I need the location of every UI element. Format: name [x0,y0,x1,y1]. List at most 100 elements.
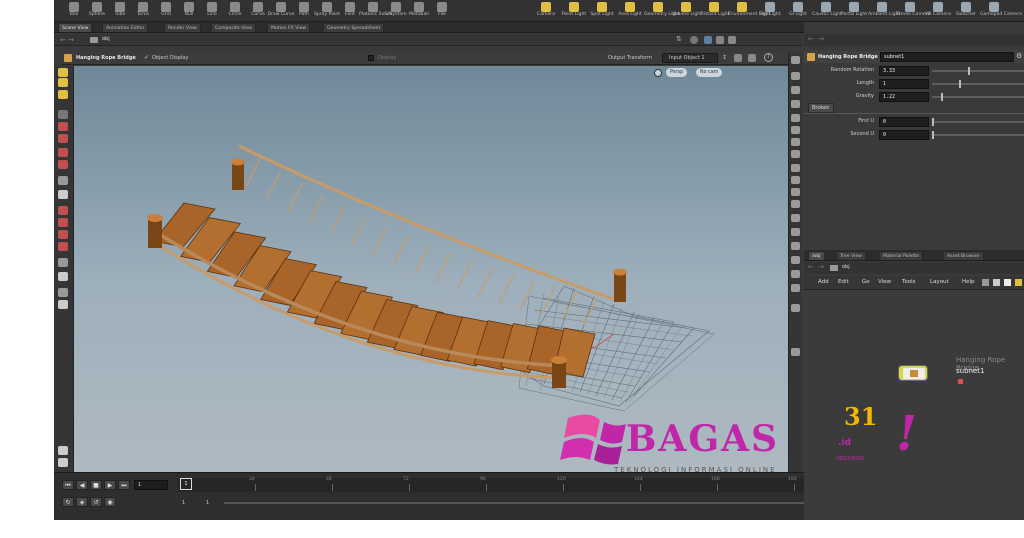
ortho-icon[interactable] [791,242,800,250]
tab-animation-editor[interactable]: Animation Editor [102,23,149,32]
network-tool-icon[interactable] [1015,279,1022,286]
first-frame-button[interactable]: ⏮ [62,480,74,490]
camera-view-icon[interactable] [791,200,800,208]
network-tool-icon[interactable] [982,279,989,286]
grid-snap-icon[interactable] [58,218,68,227]
move-icon[interactable] [58,122,68,131]
display-checkbox[interactable] [368,55,374,61]
backface-icon[interactable] [791,188,800,196]
snapshot-icon[interactable] [791,304,800,312]
vis-icon[interactable] [791,270,800,278]
param-slider[interactable] [932,93,1024,101]
forward-arrow-icon-3[interactable]: → [818,263,824,271]
shelf-tool-caustic-light[interactable]: Caustic Light [812,1,842,21]
view-icon[interactable] [58,110,68,119]
frame-marker[interactable]: 1 [180,478,192,490]
shelf-tool-vr-camera[interactable]: VR Camera [924,1,952,21]
param-value-field[interactable]: 0 [879,130,929,140]
shadow-icon[interactable] [791,114,800,122]
param-slider[interactable] [932,118,1024,126]
shelf-tool-camera[interactable]: Camera [532,1,560,21]
current-frame-field[interactable]: 1 [134,480,168,490]
tab-render-view[interactable]: Render View [164,23,201,32]
shelf-tool-gamepad-camera[interactable]: Gamepad Camera [980,1,1022,21]
object-display-toggle[interactable]: Object Display [152,55,188,61]
input-object-menu[interactable]: Input Object 1 [662,53,718,63]
tab-scene-view[interactable]: Scene View [58,23,93,32]
node-name-label[interactable]: subnet1 [956,367,984,375]
curve-snap-icon[interactable] [58,230,68,239]
back-arrow-icon-2[interactable]: ← [808,35,814,43]
shelf-tool-area-light[interactable]: Area Light [616,1,644,21]
lighting-icon[interactable] [791,100,800,108]
camera-icon[interactable] [58,190,68,199]
param-slider[interactable] [932,80,1024,88]
network-tab[interactable]: /obj [808,251,825,260]
link-icon[interactable] [704,36,712,44]
forward-arrow-icon-2[interactable]: → [818,35,824,43]
path-node[interactable]: obj [102,36,110,42]
points-icon[interactable] [791,164,800,172]
paint-icon[interactable] [58,272,68,281]
network-path[interactable]: obj [842,264,850,270]
pane-options-icon[interactable] [728,36,736,44]
handle-icon[interactable] [58,90,68,99]
forward-arrow-icon[interactable]: → [68,36,74,44]
param-value-field[interactable]: 0 [879,117,929,127]
pin-icon[interactable]: ⇅ [676,35,682,43]
pin-view-icon[interactable] [791,56,800,64]
layout-icon[interactable] [716,36,724,44]
audio-button[interactable]: ◈ [76,497,88,507]
safe-area-icon[interactable] [791,214,800,222]
slider-handle[interactable] [932,131,934,139]
current-object-name[interactable]: Hanging Rope Bridge [76,55,136,61]
shelf-tool-sky-light[interactable]: Sky Light [756,1,784,21]
slider-handle[interactable] [941,93,943,101]
shelf-tool-volume-light[interactable]: Volume Light [672,1,702,21]
light-link-icon[interactable] [791,256,800,264]
tab-composite-view[interactable]: Composite View [211,23,256,32]
grid-icon[interactable] [791,138,800,146]
network-menu-tools[interactable]: Tools [902,279,916,285]
pose-icon[interactable] [58,160,68,169]
render-region-icon[interactable] [791,348,800,356]
gear-icon[interactable]: ⚙ [1016,52,1022,60]
select-icon[interactable] [58,68,68,77]
param-slider[interactable] [932,67,1024,75]
shelf-tool-ambient-light[interactable]: Ambient Light [868,1,900,21]
network-menu-help[interactable]: Help [962,279,975,285]
network-tool-icon[interactable] [993,279,1000,286]
network-tab[interactable]: Asset Browser [943,251,984,260]
tab-geometry-spreadsheet[interactable]: Geometry Spreadsheet [323,23,385,32]
tab-motion-fx-view[interactable]: Motion FX View [267,23,311,32]
node-name-field[interactable]: subnet1 [880,52,1014,62]
persp-menu[interactable]: Persp [666,68,688,77]
options-button[interactable]: ◉ [104,497,116,507]
play-button[interactable]: ▶ [104,480,116,490]
tab-broken[interactable]: Broken [808,103,834,113]
light-icon[interactable] [58,176,68,185]
network-menu-layout[interactable]: Layout [930,279,949,285]
stop-button[interactable]: ■ [90,480,102,490]
start-frame-2[interactable]: 1 [206,500,209,506]
shelf-tool-gi-light[interactable]: GI Light [784,1,812,21]
param-value-field[interactable]: 3.33 [879,66,929,76]
transform-icon[interactable] [58,78,68,87]
network-tab[interactable]: Tree View [836,251,866,260]
back-arrow-icon[interactable]: ← [60,36,66,44]
realtime-button[interactable]: ↻ [62,497,74,507]
slider-handle[interactable] [932,118,934,126]
scale-icon[interactable] [58,148,68,157]
shelf-tool-file[interactable]: File [428,1,456,21]
shelf-tool-environment-light[interactable]: Environment Light [728,1,770,21]
back-arrow-icon-3[interactable]: ← [808,263,814,271]
prim-icon[interactable] [791,176,800,184]
subnet-node[interactable] [898,365,928,381]
render-icon[interactable] [58,288,68,297]
swap-icon[interactable]: ↕ [722,54,727,61]
range-slider[interactable] [224,502,898,504]
wireframe-icon[interactable] [791,72,800,80]
shelf-tool-point-light[interactable]: Point Light [560,1,588,21]
flipbook-icon[interactable] [58,300,68,309]
magnet-icon[interactable] [58,242,68,251]
